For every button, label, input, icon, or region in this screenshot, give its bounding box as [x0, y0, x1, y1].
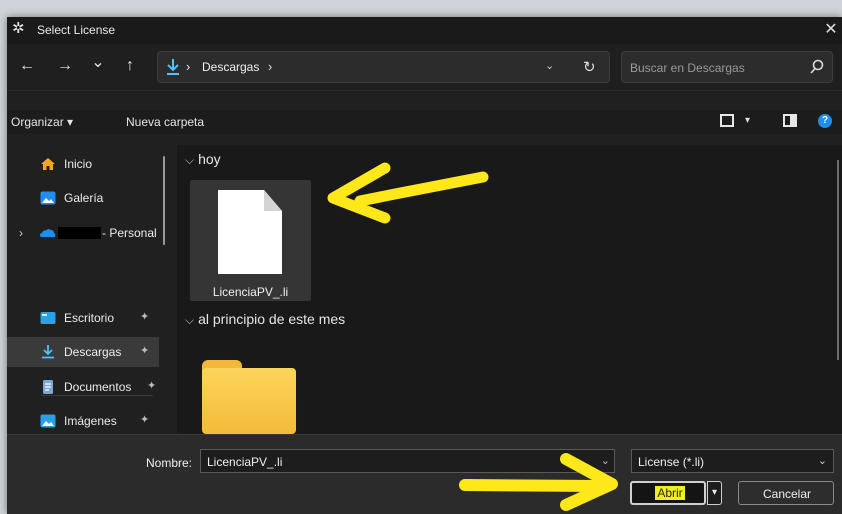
- address-dropdown[interactable]: ⌄: [545, 59, 554, 72]
- forward-button[interactable]: →: [56, 56, 74, 76]
- breadcrumb-descargas[interactable]: Descargas: [202, 60, 259, 74]
- documents-icon: [43, 380, 53, 394]
- group-header-label: al principio de este mes: [198, 311, 346, 327]
- pictures-icon: [40, 414, 56, 428]
- download-icon: [42, 345, 54, 359]
- gear-icon: ✲: [12, 20, 25, 37]
- recent-locations-button[interactable]: ⌄: [89, 53, 107, 73]
- sidebar-item-documentos[interactable]: Documentos ✦: [7, 372, 159, 402]
- sidebar-item-label: Galería: [64, 191, 104, 205]
- desktop-icon: [40, 312, 56, 324]
- help-icon[interactable]: ?: [818, 114, 832, 128]
- file-name-value: LicenciaPV_.li: [207, 455, 283, 469]
- refresh-button[interactable]: ↻: [583, 58, 596, 76]
- download-icon: [167, 59, 179, 75]
- open-button-label: Abrir: [632, 486, 708, 500]
- cancel-button-label: Cancelar: [762, 487, 812, 501]
- folder-icon: [202, 368, 296, 434]
- gallery-icon: [40, 191, 56, 205]
- open-label-text: Abrir: [655, 486, 685, 500]
- back-button[interactable]: ←: [18, 56, 36, 76]
- view-dropdown[interactable]: ▾: [745, 115, 750, 126]
- up-button[interactable]: ↑: [121, 56, 139, 76]
- file-name-input[interactable]: LicenciaPV_.li ⌄: [200, 449, 615, 473]
- address-bar[interactable]: › Descargas › ⌄ ↻: [157, 51, 610, 83]
- organize-menu[interactable]: Organizar ▾: [11, 115, 73, 129]
- pin-icon[interactable]: ✦: [140, 310, 149, 323]
- navigation-bar: ← → ⌄ ↑ › Descargas › ⌄ ↻ Buscar en Desc…: [7, 44, 842, 91]
- group-header-label: hoy: [198, 151, 221, 167]
- view-icon[interactable]: [720, 114, 734, 127]
- open-options-dropdown[interactable]: ▾: [707, 481, 722, 505]
- pin-icon[interactable]: ✦: [140, 344, 149, 357]
- breadcrumb-separator[interactable]: ›: [268, 59, 272, 74]
- home-icon: [41, 158, 55, 170]
- cancel-button[interactable]: Cancelar: [738, 481, 834, 505]
- window-title: Select License: [37, 23, 116, 37]
- dialog-footer: Nombre: LicenciaPV_.li ⌄ License (*.li) …: [7, 434, 842, 514]
- group-header-hoy[interactable]: ⌵ hoy: [185, 151, 221, 168]
- pin-icon[interactable]: ✦: [140, 413, 149, 426]
- file-name-label: Nombre:: [146, 456, 193, 470]
- chevron-right-icon[interactable]: ›: [19, 226, 23, 240]
- sidebar-item-inicio[interactable]: Inicio: [7, 149, 159, 179]
- chevron-down-icon[interactable]: ⌄: [601, 454, 610, 467]
- file-type-select[interactable]: License (*.li) ⌄: [631, 449, 834, 473]
- sidebar-scrollbar[interactable]: [163, 156, 165, 245]
- sidebar-item-galeria[interactable]: Galería: [7, 183, 159, 213]
- sidebar-item-escritorio[interactable]: Escritorio ✦: [7, 303, 159, 333]
- sidebar-item-label: Descargas: [64, 345, 122, 359]
- new-folder-button[interactable]: Nueva carpeta: [126, 115, 204, 129]
- file-item[interactable]: LicenciaPV_.li: [190, 180, 311, 301]
- onedrive-icon: [40, 229, 56, 237]
- file-name: LicenciaPV_.li: [212, 285, 289, 299]
- command-bar: Organizar ▾ Nueva carpeta ▾ ?: [7, 110, 842, 134]
- sidebar-item-label: Imágenes: [64, 414, 117, 428]
- file-dialog-window: ✲ Select License ✕ ← → ⌄ ↑ › Descargas ›…: [7, 17, 842, 514]
- chevron-down-icon: ⌵: [185, 153, 195, 167]
- title-bar: ✲ Select License ✕: [7, 17, 842, 44]
- search-placeholder: Buscar en Descargas: [630, 61, 745, 75]
- content-scrollbar[interactable]: [837, 160, 839, 360]
- sidebar-item-label: - Personal: [102, 226, 157, 240]
- folder-item[interactable]: [202, 360, 296, 434]
- sidebar-item-label: Escritorio: [64, 311, 115, 325]
- sidebar-item-personal[interactable]: › - Personal: [7, 218, 159, 248]
- search-input[interactable]: Buscar en Descargas: [621, 51, 833, 83]
- redacted-account-name: [58, 227, 101, 239]
- group-header-mes[interactable]: ⌵ al principio de este mes: [185, 311, 345, 328]
- open-button[interactable]: Abrir: [630, 481, 706, 505]
- breadcrumb-separator: ›: [186, 59, 191, 74]
- file-list: ⌵ hoy LicenciaPV_.li ⌵ al principio de est…: [177, 145, 842, 434]
- sidebar-item-label: Documentos: [64, 380, 132, 394]
- pin-icon[interactable]: ✦: [147, 379, 156, 392]
- navigation-pane: Inicio Galería › - Personal Escritorio ✦…: [7, 145, 169, 434]
- preview-pane-icon[interactable]: [783, 114, 797, 127]
- sidebar-item-descargas[interactable]: Descargas ✦: [7, 337, 159, 367]
- chevron-down-icon: ⌄: [817, 455, 827, 467]
- sidebar-item-imagenes[interactable]: Imágenes ✦: [7, 406, 159, 434]
- close-button[interactable]: ✕: [820, 17, 842, 44]
- sidebar-item-label: Inicio: [64, 157, 93, 171]
- file-type-value: License (*.li): [638, 455, 705, 469]
- chevron-down-icon: ⌵: [185, 313, 195, 327]
- search-icon: [810, 59, 824, 74]
